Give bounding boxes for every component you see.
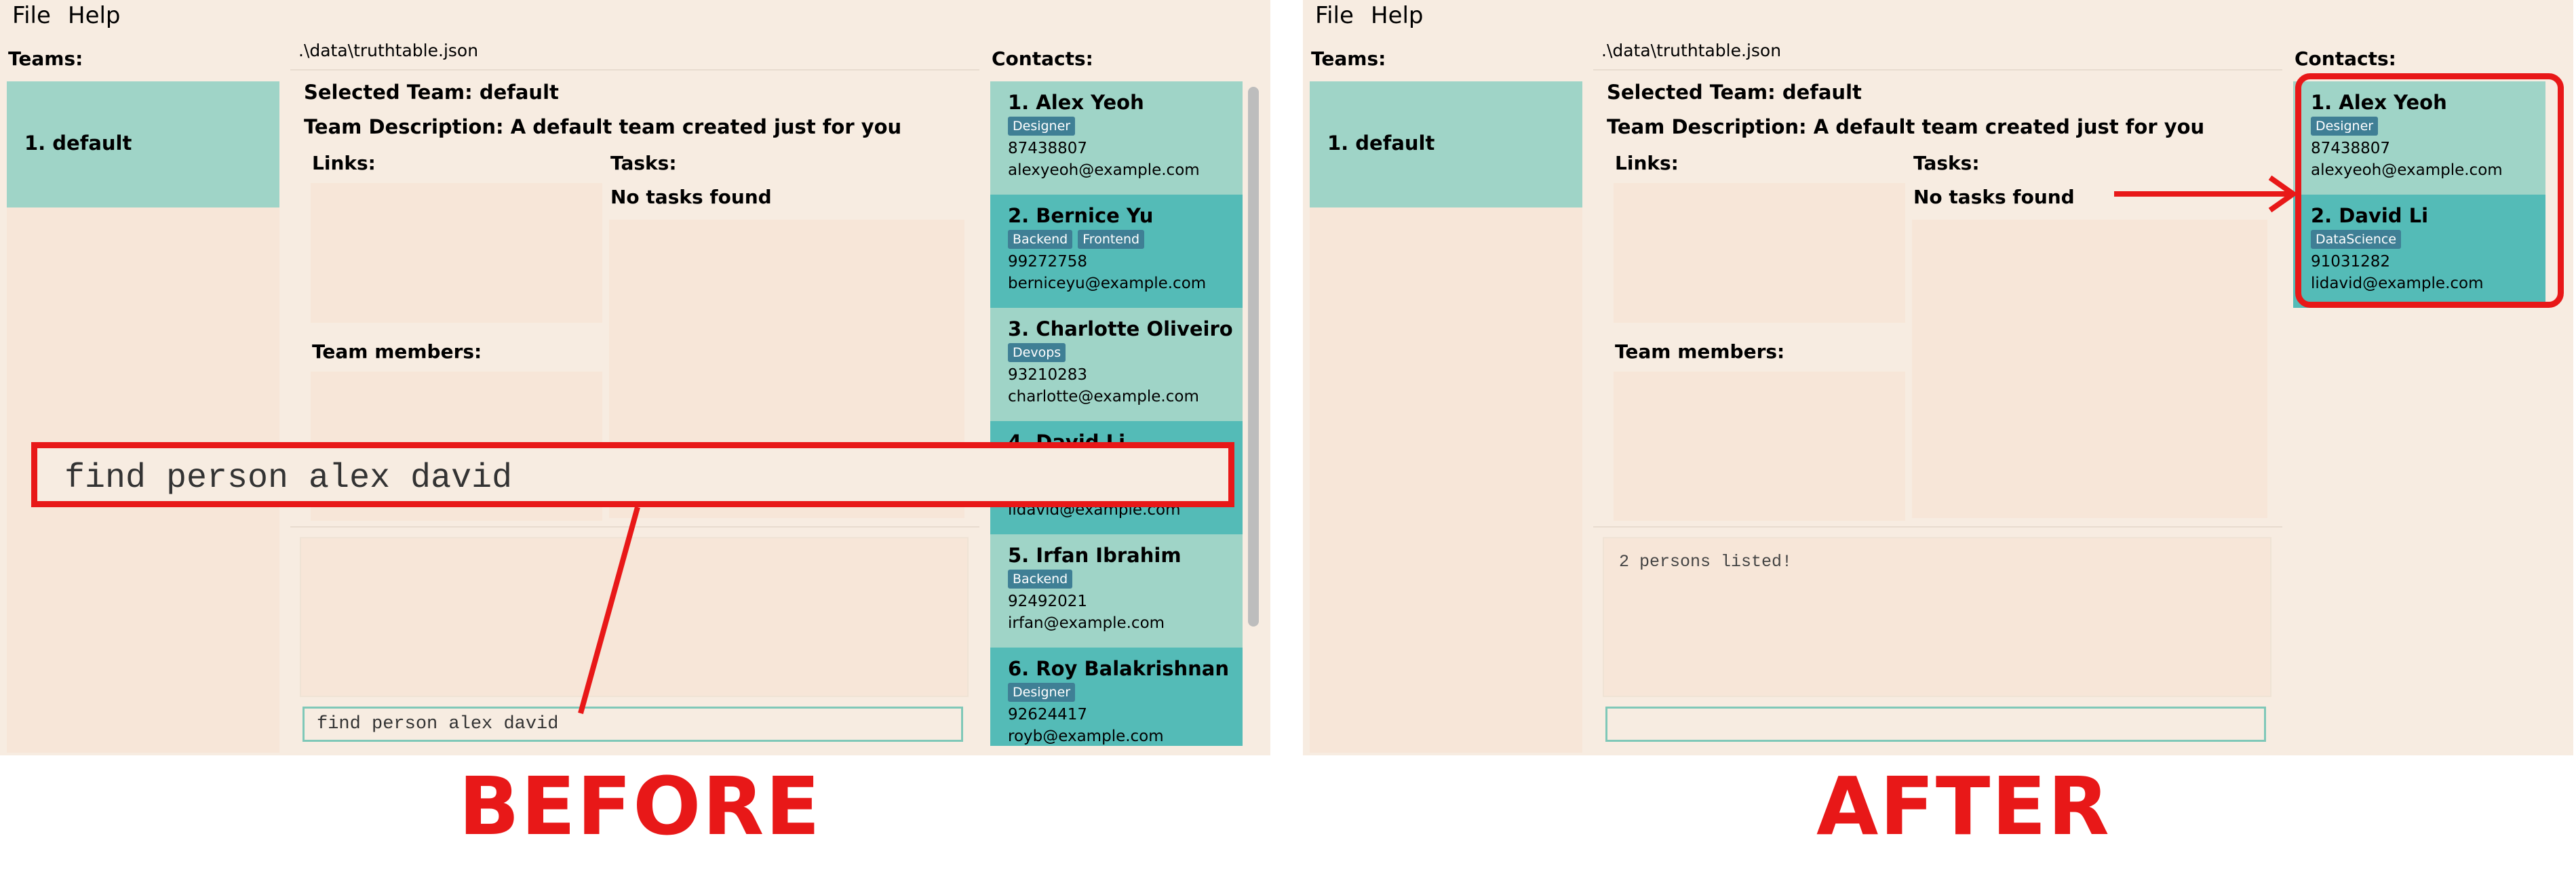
main-panel: .\data\truthtable.json Selected Team: de… [1593,34,2282,755]
no-tasks-message: No tasks found [610,186,772,208]
contact-tags: Backend Frontend [1008,230,1145,249]
result-display-area [290,526,979,705]
team-members-label: Team members: [1615,340,1785,363]
contact-name: 3. Charlotte Oliveiro [1008,317,1233,340]
menu-help[interactable]: Help [1371,1,1424,30]
team-info-area: Selected Team: default Team Description:… [1593,71,2282,525]
contacts-label: Contacts: [992,47,1093,70]
contact-tags: Backend [1008,570,1073,589]
links-label: Links: [1615,152,1679,174]
after-caption: AFTER [1816,759,2111,853]
tasks-label: Tasks: [1913,152,1980,174]
team-description: Team Description: A default team created… [1607,115,2205,138]
selected-team: Selected Team: default [1607,81,1862,104]
contact-tag: Designer [1008,683,1076,702]
team-members-list [1614,372,1905,521]
contact-tags: Designer [1008,683,1076,702]
command-callout-text: find person alex david [64,459,513,498]
contact-name: 5. Irfan Ibrahim [1008,544,1182,567]
command-box-area [1593,705,2282,755]
arrow-right-icon [2114,175,2298,213]
teams-label: Teams: [1311,47,1386,70]
selected-team: Selected Team: default [304,81,559,104]
contact-tag: Designer [1008,117,1076,136]
command-box-area [290,705,979,755]
contact-phone: 92492021 [1008,593,1088,610]
contact-card[interactable]: 3. Charlotte Oliveiro Devops 93210283 charl… [990,308,1243,421]
result-display [300,537,969,697]
links-list [311,183,602,323]
contact-email: charlotte@example.com [1008,388,1199,405]
teams-panel: Teams: 1. default [1303,34,1588,755]
contact-list-scrollbar[interactable] [1248,87,1259,627]
data-file-path: .\data\truthtable.json [1601,41,1782,60]
teams-list: 1. default [7,81,279,753]
contact-tags: Designer [1008,117,1076,136]
tasks-label: Tasks: [610,152,677,174]
menu-bar: File Help [0,0,1270,33]
command-callout-box: find person alex david [31,442,1234,507]
contact-email: irfan@example.com [1008,614,1165,632]
menu-file[interactable]: File [1315,1,1354,30]
team-members-label: Team members: [312,340,482,363]
team-name: 1. default [24,132,132,155]
contact-phone: 92624417 [1008,706,1088,724]
command-input[interactable] [1605,707,2266,742]
result-text: 2 persons listed! [1619,552,1793,572]
team-name: 1. default [1327,132,1435,155]
contact-phone: 99272758 [1008,253,1088,271]
contact-card[interactable]: 1. Alex Yeoh Designer 87438807 alexyeoh@exa… [990,81,1243,195]
links-list [1614,183,1905,323]
data-file-path-bar: .\data\truthtable.json [1593,34,2282,71]
contact-card[interactable]: 6. Roy Balakrishnan Designer 92624417 royb@… [990,648,1243,746]
contacts-panel: Contacts: 1. Alex Yeoh Designer 87438807 al… [981,34,1270,755]
contact-email: royb@example.com [1008,728,1164,745]
contact-name: 6. Roy Balakrishnan [1008,657,1230,680]
contact-name: 2. Bernice Yu [1008,204,1154,227]
contact-tag: Backend [1008,230,1073,249]
contact-name: 1. Alex Yeoh [1008,91,1144,114]
tasks-list [1912,220,2267,518]
menu-bar: File Help [1303,0,2573,33]
data-file-path: .\data\truthtable.json [298,41,479,60]
main-panel: .\data\truthtable.json Selected Team: de… [290,34,979,755]
contact-email: alexyeoh@example.com [1008,161,1200,179]
result-display: 2 persons listed! [1603,537,2271,697]
contact-list: 1. Alex Yeoh Designer 87438807 alexyeoh@exa… [990,81,1243,746]
teams-list: 1. default [1310,81,1582,753]
contact-card[interactable]: 2. Bernice Yu Backend Frontend 99272758 bern… [990,195,1243,308]
teams-label: Teams: [8,47,83,70]
contact-phone: 87438807 [1008,140,1088,157]
result-display-area: 2 persons listed! [1593,526,2282,705]
app-window-before: File Help Teams: 1. default .\data\truth… [0,0,1270,755]
contact-card[interactable]: 5. Irfan Ibrahim Backend 92492021 irfan@exa… [990,534,1243,648]
contacts-label: Contacts: [2295,47,2396,70]
contact-tags: Devops [1008,343,1066,362]
team-item[interactable]: 1. default [7,81,279,207]
contact-phone: 93210283 [1008,366,1088,384]
menu-file[interactable]: File [12,1,51,30]
no-tasks-message: No tasks found [1913,186,2075,208]
team-description: Team Description: A default team created… [304,115,902,138]
contact-tag: Frontend [1078,230,1145,249]
filtered-contacts-highlight [2295,73,2564,308]
menu-help[interactable]: Help [68,1,121,30]
teams-panel: Teams: 1. default [0,34,285,755]
command-input[interactable] [303,707,963,742]
data-file-path-bar: .\data\truthtable.json [290,34,979,71]
contact-tag: Backend [1008,570,1073,589]
contact-email: berniceyu@example.com [1008,275,1207,292]
links-label: Links: [312,152,376,174]
before-caption: BEFORE [458,759,821,853]
team-item[interactable]: 1. default [1310,81,1582,207]
contact-tag: Devops [1008,343,1066,362]
